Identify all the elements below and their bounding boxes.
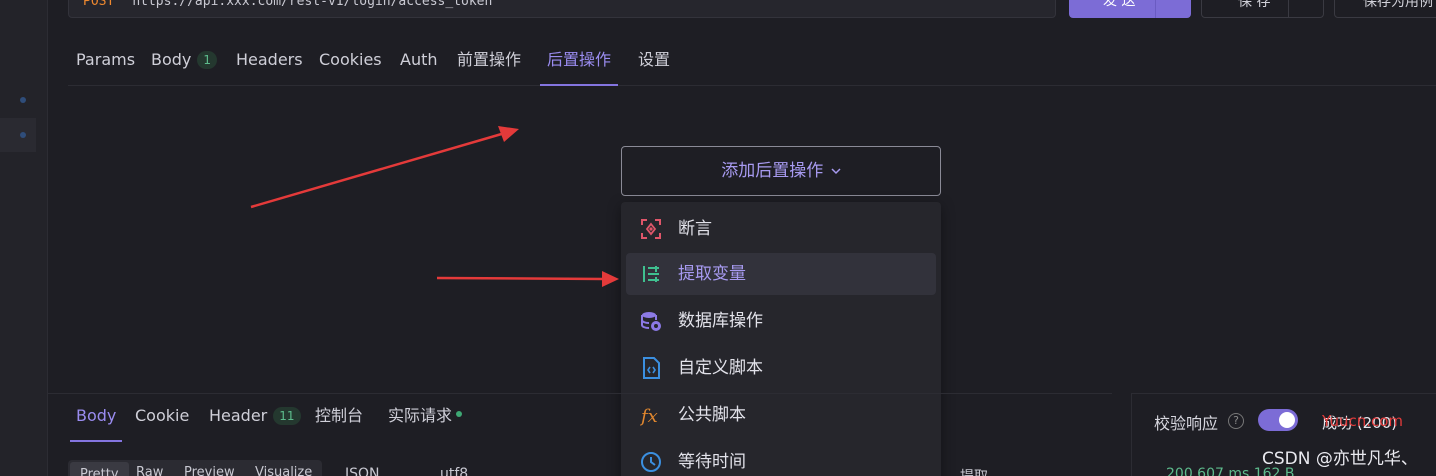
- menu-item-database[interactable]: 数据库操作: [626, 300, 936, 342]
- toggle-knob: [1279, 412, 1295, 428]
- response-tabs: Body Cookie Header 11 控制台 实际请求 Pretty Raw…: [48, 393, 1112, 476]
- send-label: 发 送: [1103, 0, 1136, 9]
- menu-label: 自定义脚本: [678, 358, 763, 378]
- menu-item-custom-script[interactable]: 自定义脚本: [626, 347, 936, 389]
- rail-selected-item[interactable]: [0, 118, 36, 152]
- database-icon: [641, 312, 661, 331]
- script-file-icon: [643, 357, 660, 379]
- send-button[interactable]: 发 送: [1069, 0, 1191, 18]
- tab-label: Headers: [236, 50, 303, 69]
- csdn-watermark: CSDN @亦世凡华、: [1262, 449, 1418, 469]
- red-arrow-icon: [436, 271, 619, 287]
- add-post-action-label: 添加后置操作: [721, 161, 824, 181]
- rail-dot: [20, 132, 26, 138]
- view-preview[interactable]: Preview: [184, 465, 235, 476]
- tab-label: Auth: [400, 50, 438, 69]
- extract-variable-icon: [643, 266, 659, 282]
- tab-label: Body: [151, 50, 192, 69]
- tab-params[interactable]: Params: [69, 36, 142, 86]
- save-button[interactable]: 保 存: [1201, 0, 1324, 18]
- tab-label: Header: [209, 406, 268, 425]
- chevron-down-icon: [831, 168, 841, 175]
- request-bar: POST https://api.xxx.com/rest-v1/login/ac…: [48, 0, 1436, 34]
- tab-post-actions[interactable]: 后置操作: [540, 36, 619, 86]
- request-tabs: Params Body 1 Headers Cookies Auth 前置操作 后…: [68, 36, 1436, 86]
- menu-label: 提取变量: [678, 264, 746, 284]
- left-rail: [0, 0, 48, 476]
- rail-dot: [20, 97, 26, 103]
- tab-label: Cookie: [135, 406, 190, 425]
- format-select[interactable]: JSON: [345, 466, 380, 476]
- tab-label: 后置操作: [547, 50, 612, 69]
- tab-headers[interactable]: Headers: [229, 36, 310, 86]
- tab-label: Params: [76, 50, 136, 69]
- menu-label: 数据库操作: [678, 311, 763, 331]
- extract-button[interactable]: 提取: [960, 466, 988, 476]
- tab-console[interactable]: 控制台: [309, 394, 369, 442]
- count-badge: 11: [273, 406, 301, 425]
- help-icon[interactable]: ?: [1228, 413, 1244, 429]
- save-as-case-button[interactable]: 保存为用例: [1334, 0, 1436, 18]
- view-visualize[interactable]: Visualize: [255, 465, 312, 476]
- tab-label: 控制台: [315, 406, 364, 425]
- overlay-watermark: Yuucn.com: [1322, 412, 1404, 430]
- tab-actual-request[interactable]: 实际请求: [382, 394, 468, 442]
- tab-label: 前置操作: [457, 50, 522, 69]
- url-input[interactable]: POST https://api.xxx.com/rest-v1/login/ac…: [68, 0, 1056, 18]
- view-mode-segment: Pretty Raw Preview Visualize: [68, 460, 322, 476]
- view-pretty[interactable]: Pretty: [70, 462, 129, 476]
- menu-item-extract-variable[interactable]: 提取变量: [626, 253, 936, 295]
- count-badge: 1: [197, 50, 218, 69]
- red-arrow-icon: [250, 126, 519, 209]
- tab-pre-actions[interactable]: 前置操作: [450, 36, 528, 86]
- save-as-label: 保存为用例: [1363, 0, 1433, 10]
- verify-response-label: 校验响应: [1154, 414, 1219, 433]
- tab-label: Cookies: [319, 50, 382, 69]
- menu-item-assertion[interactable]: 断言: [626, 208, 936, 250]
- menu-label: 断言: [678, 219, 712, 239]
- tab-cookies[interactable]: Cookies: [312, 36, 389, 86]
- view-raw[interactable]: Raw: [136, 465, 163, 476]
- url-text: https://api.xxx.com/rest-v1/login/access…: [132, 0, 493, 9]
- tab-settings[interactable]: 设置: [631, 36, 677, 86]
- encoding-select[interactable]: utf8: [440, 466, 468, 476]
- tab-auth[interactable]: Auth: [393, 36, 445, 86]
- method-label[interactable]: POST: [83, 0, 114, 9]
- tab-response-header[interactable]: Header 11: [203, 394, 307, 442]
- tab-label: 实际请求: [388, 406, 453, 425]
- verify-toggle[interactable]: [1258, 409, 1298, 431]
- tab-label: Body: [76, 406, 117, 425]
- tab-response-cookie[interactable]: Cookie: [129, 394, 195, 442]
- assertion-icon: [641, 219, 661, 239]
- save-label: 保 存: [1238, 0, 1271, 10]
- tab-label: 设置: [638, 50, 671, 69]
- tab-body[interactable]: Body 1: [144, 36, 224, 86]
- status-dot: [456, 410, 463, 417]
- add-post-action-button[interactable]: 添加后置操作: [621, 146, 941, 196]
- tab-response-body[interactable]: Body: [70, 394, 123, 442]
